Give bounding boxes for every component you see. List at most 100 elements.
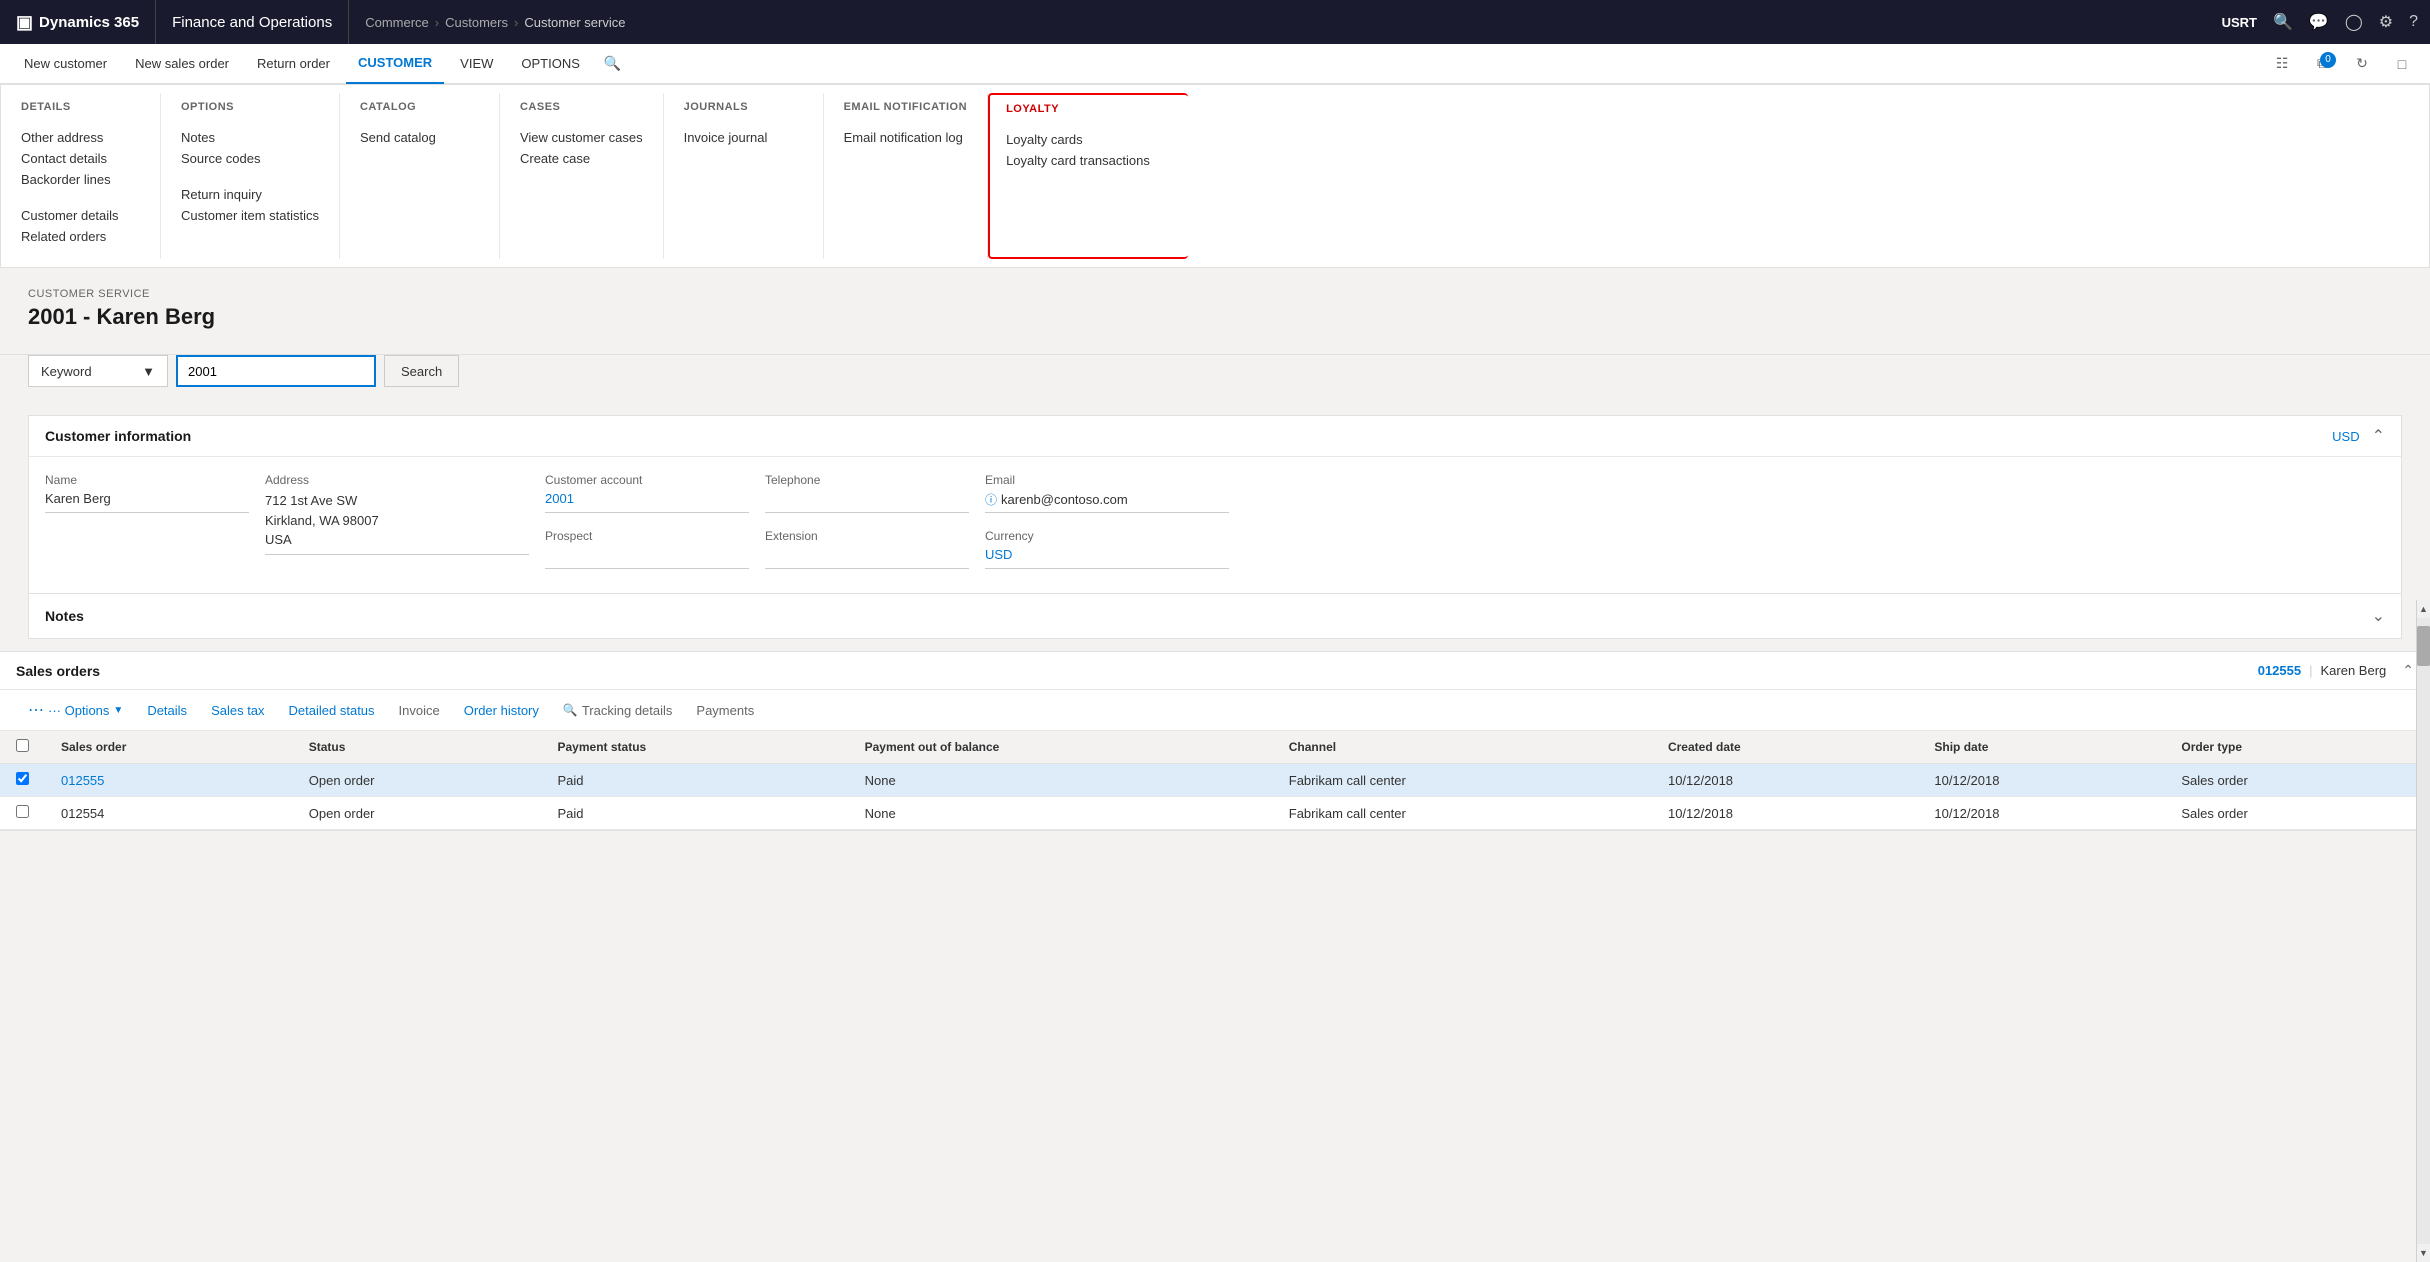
account-value[interactable]: 2001 [545, 491, 749, 513]
row-checkbox-cell[interactable] [0, 764, 45, 797]
ship-date-cell: 10/12/2018 [1918, 797, 2165, 830]
ribbon-maximize-icon[interactable]: □ [2386, 48, 2418, 80]
ribbon-new-sales-order[interactable]: New sales order [123, 44, 241, 84]
sales-chevron-icon[interactable]: ⌃ [2402, 662, 2414, 679]
payments-button[interactable]: Payments [684, 699, 766, 722]
menu-section-catalog: CATALOG Send catalog [340, 93, 500, 259]
notes-header[interactable]: Notes ⌄ [29, 594, 2401, 638]
table-row[interactable]: 012555 Open order Paid None Fabrikam cal… [0, 764, 2416, 797]
invoice-button[interactable]: Invoice [387, 699, 452, 722]
ribbon-search-icon[interactable]: 🔍 [596, 44, 629, 84]
email-value[interactable]: ⓘ karenb@contoso.com [985, 491, 1229, 513]
collapse-icon[interactable]: ⌃ [2372, 426, 2385, 446]
breadcrumb-commerce[interactable]: Commerce [365, 15, 429, 30]
page-scroll-thumb[interactable] [2417, 626, 2430, 666]
settings-icon[interactable]: ⚙ [2379, 12, 2393, 32]
currency-link[interactable]: USD [2332, 429, 2359, 444]
ribbon-refresh-icon[interactable]: ↻ [2346, 48, 2378, 80]
ribbon-new-customer[interactable]: New customer [12, 44, 119, 84]
order-history-button[interactable]: Order history [452, 699, 551, 722]
keyword-label: Keyword [41, 364, 92, 379]
channel-cell: Fabrikam call center [1273, 764, 1652, 797]
ribbon-customer[interactable]: CUSTOMER [346, 44, 444, 84]
detailed-status-button[interactable]: Detailed status [277, 699, 387, 722]
menu-loyalty-card-transactions[interactable]: Loyalty card transactions [1006, 150, 1172, 171]
brand-finance[interactable]: Finance and Operations [156, 0, 349, 44]
tracking-details-button[interactable]: 🔍 Tracking details [551, 699, 685, 722]
prospect-label: Prospect [545, 529, 749, 543]
currency-field-label: Currency [985, 529, 1229, 543]
user-circle-icon[interactable]: ◯ [2345, 12, 2363, 32]
menu-source-codes[interactable]: Source codes [181, 148, 319, 169]
prospect-value [545, 547, 749, 569]
col-status: Status [293, 731, 542, 764]
ribbon-bar: New customer New sales order Return orde… [0, 44, 2430, 84]
search-row: Keyword ▼ Search [0, 355, 2430, 403]
menu-invoice-journal[interactable]: Invoice journal [684, 127, 803, 148]
options-button[interactable]: ⋯ ··· Options ▼ [16, 696, 135, 724]
menu-related-orders[interactable]: Related orders [21, 226, 140, 247]
keyword-select[interactable]: Keyword ▼ [28, 355, 168, 387]
page-scroll-down[interactable]: ▼ [2419, 1244, 2428, 1262]
menu-return-inquiry[interactable]: Return inquiry [181, 184, 319, 205]
currency-field-value[interactable]: USD [985, 547, 1229, 569]
row-checkbox-cell[interactable] [0, 797, 45, 830]
menu-view-cases[interactable]: View customer cases [520, 127, 643, 148]
order-number-cell[interactable]: 012555 [45, 764, 293, 797]
menu-loyalty-cards[interactable]: Loyalty cards [1006, 129, 1172, 150]
order-type-cell: Sales order [2165, 764, 2416, 797]
row-checkbox[interactable] [16, 772, 29, 785]
sales-order-link[interactable]: 012555 [2258, 663, 2301, 678]
menu-section-loyalty: LOYALTY Loyalty cards Loyalty card trans… [988, 93, 1188, 259]
menu-contact-details[interactable]: Contact details [21, 148, 140, 169]
ribbon-badge: 0 [2320, 52, 2336, 68]
search-input[interactable] [176, 355, 376, 387]
breadcrumb-customers[interactable]: Customers [445, 15, 508, 30]
ribbon-view[interactable]: VIEW [448, 44, 505, 84]
col-order-type: Order type [2165, 731, 2416, 764]
menu-send-catalog[interactable]: Send catalog [360, 127, 479, 148]
ribbon-grid-icon[interactable]: ☷ [2266, 48, 2298, 80]
row-checkbox[interactable] [16, 805, 29, 818]
ship-date-cell: 10/12/2018 [1918, 764, 2165, 797]
telephone-field: Telephone Extension [765, 465, 985, 577]
email-section-title: EMAIL NOTIFICATION [844, 101, 967, 117]
ribbon-return-order[interactable]: Return order [245, 44, 342, 84]
name-field: Name Karen Berg [45, 465, 265, 577]
menu-email-log[interactable]: Email notification log [844, 127, 967, 148]
name-label: Name [45, 473, 249, 487]
help-icon[interactable]: ? [2409, 13, 2418, 31]
page-scroll-track[interactable] [2417, 618, 2430, 1244]
col-checkbox [0, 731, 45, 764]
col-ship-date: Ship date [1918, 731, 2165, 764]
col-payment-balance: Payment out of balance [849, 731, 1273, 764]
search-icon[interactable]: 🔍 [2273, 12, 2293, 32]
page-scroll-up[interactable]: ▲ [2419, 600, 2428, 618]
search-button[interactable]: Search [384, 355, 459, 387]
order-number-cell[interactable]: 012554 [45, 797, 293, 830]
sales-tax-button[interactable]: Sales tax [199, 699, 276, 722]
menu-notes[interactable]: Notes [181, 127, 319, 148]
table-wrap: Sales order Status Payment status Paymen… [0, 731, 2416, 830]
extension-label: Extension [765, 529, 969, 543]
ribbon-windows-icon[interactable]: ⧉ 0 [2306, 48, 2338, 80]
address-field: Address 712 1st Ave SWKirkland, WA 98007… [265, 465, 545, 577]
notes-chevron-icon: ⌄ [2372, 606, 2385, 626]
page-scrollbar[interactable]: ▲ ▼ [2416, 600, 2430, 1262]
telephone-label: Telephone [765, 473, 969, 487]
details-button[interactable]: Details [135, 699, 199, 722]
menu-create-case[interactable]: Create case [520, 148, 643, 169]
menu-backorder-lines[interactable]: Backorder lines [21, 169, 140, 190]
brand-dynamics365[interactable]: ▣ Dynamics 365 [12, 0, 156, 44]
menu-customer-item-stats[interactable]: Customer item statistics [181, 205, 319, 226]
table-row[interactable]: 012554 Open order Paid None Fabrikam cal… [0, 797, 2416, 830]
payment-balance-cell: None [849, 764, 1273, 797]
telephone-value [765, 491, 969, 513]
chat-icon[interactable]: 💬 [2309, 12, 2329, 32]
menu-other-address[interactable]: Other address [21, 127, 140, 148]
sales-toolbar: ⋯ ··· Options ▼ Details Sales tax Detail… [0, 690, 2430, 731]
ribbon-options[interactable]: OPTIONS [509, 44, 592, 84]
select-chevron-icon: ▼ [142, 364, 155, 379]
select-all-checkbox[interactable] [16, 739, 29, 752]
menu-customer-details[interactable]: Customer details [21, 205, 140, 226]
